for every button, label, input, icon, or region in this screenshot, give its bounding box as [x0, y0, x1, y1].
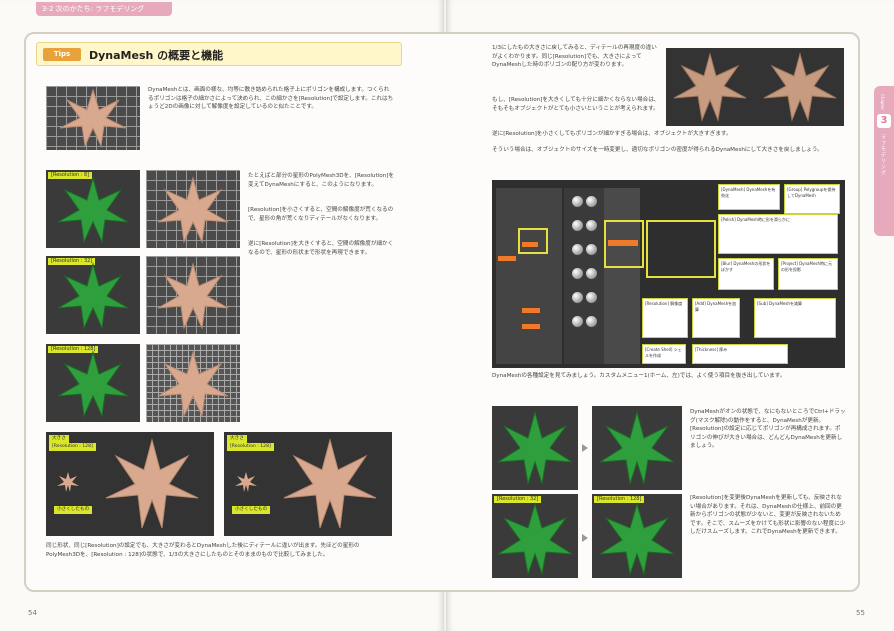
highlight-box — [646, 220, 716, 278]
star-icon — [57, 176, 129, 244]
tips-heading: Tips DynaMesh の概要と機能 — [36, 42, 402, 66]
left-paragraph-1: DynaMeshとは、画面の様な、均等に敷き詰められた格子上にポリゴンを構成しま… — [148, 87, 394, 111]
callout-polish: [Polish] DynaMesh時に形を滑らかに — [718, 214, 838, 254]
menu-panel — [496, 188, 562, 364]
arrow-icon — [582, 444, 588, 452]
small-label: 小さくしたもの — [232, 506, 271, 514]
small-label: 小さくしたもの — [54, 506, 93, 514]
chapter-side-tab: Chapter 3 ラフモデリング — [874, 86, 894, 236]
callout-dynamesh: [DynaMesh] DynaMeshを有効化 — [718, 184, 780, 210]
star-icon — [235, 438, 377, 529]
green-star-before — [492, 406, 578, 490]
green-star-res128-right: [Resolution : 128] — [592, 494, 682, 578]
callout-thickness: [Thickness] 厚み — [692, 344, 788, 364]
highlight-box — [518, 228, 548, 254]
group-button[interactable] — [522, 308, 540, 313]
material-panel — [564, 188, 604, 364]
star-icon — [673, 52, 837, 122]
size-compare-image-1: 大きさ [Resolution : 128] 小さくしたもの — [46, 432, 214, 536]
green-star-after — [592, 406, 682, 490]
material-ball[interactable] — [572, 268, 583, 279]
material-ball[interactable] — [572, 244, 583, 255]
left-paragraph-2: たとえばと部分の星形のPolyMesh3Dを、[Resolution]を変えてD… — [248, 173, 394, 188]
material-ball[interactable] — [572, 196, 583, 207]
star-icon — [599, 410, 675, 485]
material-ball[interactable] — [586, 220, 597, 231]
right-paragraph-6: [Resolution]を変更後DynaMeshを更新しても、反映されない場合が… — [690, 495, 846, 536]
left-paragraph-5: 同じ形状、同じ[Resolution]の設定でも、大きさが変わるとDynaMes… — [46, 543, 360, 558]
arrow-icon — [582, 534, 588, 542]
material-ball[interactable] — [572, 316, 583, 327]
callout-resolution: [Resolution] 解像度 — [642, 298, 688, 338]
star-icon — [59, 88, 127, 148]
star-icon — [157, 350, 229, 418]
left-paragraph-3: [Resolution]を小さくすると、空間の解像度が荒くなるので、星形の角が荒… — [248, 207, 394, 222]
star-grid-res32 — [146, 256, 240, 334]
star-icon — [497, 502, 573, 576]
material-ball[interactable] — [586, 316, 597, 327]
callout-add: [Add] DynaMeshを加算 — [692, 298, 740, 338]
right-paragraph-5: DynaMeshがオンの状態で、なにもないところでCtrl+ドラッグ(マスク解除… — [690, 409, 846, 450]
star-icon — [57, 350, 129, 418]
green-star-res32-right: [Resolution : 32] — [492, 494, 578, 578]
star-icon — [497, 410, 573, 485]
material-ball[interactable] — [572, 292, 583, 303]
polish-button[interactable] — [522, 324, 540, 329]
material-ball[interactable] — [586, 244, 597, 255]
material-ball[interactable] — [586, 196, 597, 207]
dynamesh-button[interactable] — [498, 256, 516, 261]
star-fine-grid-res128 — [146, 344, 240, 422]
star-icon — [599, 502, 675, 576]
green-star-res32: [Resolution : 32] — [46, 256, 140, 334]
tips-title: DynaMesh の概要と機能 — [89, 49, 224, 62]
star-icon — [157, 176, 229, 244]
chapter-title: ラフモデリング — [880, 134, 886, 176]
star-icon — [157, 262, 229, 330]
material-ball[interactable] — [572, 220, 583, 231]
ui-caption: DynaMeshの各種設定を見てみましょう。カスタムメニュー1(ホーム、左)では… — [492, 373, 786, 379]
material-ball[interactable] — [586, 292, 597, 303]
two-stars-image — [666, 48, 844, 126]
green-star-res8: [Resolution : 8] — [46, 170, 140, 248]
right-paragraph-3: 逆に[Resolution]を小さくしてもポリゴンが細かすぎる場合は、オブジェク… — [492, 131, 732, 137]
tips-badge: Tips — [43, 48, 81, 61]
highlight-box — [604, 220, 644, 268]
chapter-header: 3-2 次のかたち: ラフモデリング — [36, 2, 172, 16]
callout-sub: [Sub] DynaMeshを減算 — [754, 298, 836, 338]
callout-blur: [Blur] DynaMeshの形状をぼかす — [718, 258, 774, 290]
star-icon — [57, 438, 199, 529]
green-star-res128: [Resolution : 128] — [46, 344, 140, 422]
callout-group: [Group] Polygroupを保持してDynaMesh — [784, 184, 840, 214]
material-ball[interactable] — [586, 268, 597, 279]
right-paragraph-1: 1/3にしたもの大きさに戻してみると、ディテールの再現度の違いがよくわかります。… — [492, 45, 657, 69]
settings-panel — [604, 188, 640, 364]
right-paragraph-4: そういう場合は、オブジェクトのサイズを一時変更し、適切なポリゴンの密度が得られる… — [492, 147, 823, 153]
star-grid-image — [46, 86, 140, 150]
left-paragraph-4: 逆に[Resolution]を大きくすると、空間の解像度が細かくなるので、星形の… — [248, 241, 394, 256]
star-icon — [57, 262, 129, 330]
chapter-label: Chapter — [880, 94, 885, 110]
callout-create-shell: [Create Shell] シェルを作成 — [642, 344, 686, 364]
page-number-left: 54 — [28, 609, 37, 617]
zbrush-ui-screenshot: [DynaMesh] DynaMeshを有効化 [Group] Polygrou… — [492, 180, 845, 368]
book-spread: 3-2 次のかたち: ラフモデリング Tips DynaMesh の概要と機能 … — [0, 0, 894, 631]
star-grid-res8 — [146, 170, 240, 248]
size-compare-image-2: 大きさ [Resolution : 128] 小さくしたもの — [224, 432, 392, 536]
callout-project: [Project] DynaMesh時に元の形を投影 — [778, 258, 838, 290]
page-number-right: 55 — [856, 609, 865, 617]
right-paragraph-2: もし、[Resolution]を大きくしても十分に細かくならない場合は、そもそも… — [492, 97, 660, 112]
chapter-number: 3 — [877, 114, 891, 128]
